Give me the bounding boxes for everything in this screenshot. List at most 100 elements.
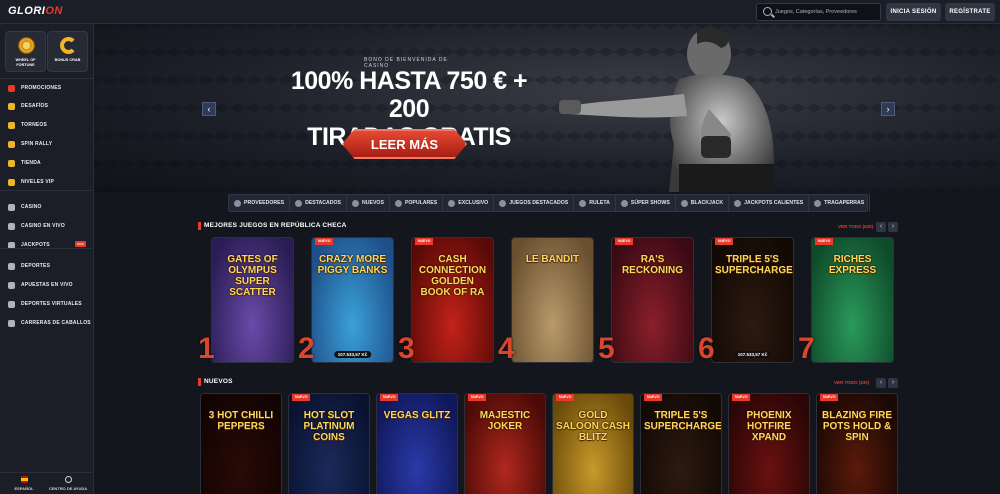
chevron-left-icon: ‹: [879, 379, 883, 386]
new-badge: NUEVO: [644, 394, 663, 401]
logo-accent: ON: [45, 5, 63, 17]
game-card[interactable]: CASH CONNECTION GOLDEN BOOK OF RA NUEVO: [411, 237, 494, 363]
wheel-of-fortune-tile[interactable]: WHEEL OF FORTUNE: [5, 31, 46, 72]
rank-number: 5: [598, 332, 615, 365]
game-thumbnail: [201, 394, 281, 494]
category-tab-ruleta[interactable]: RULETA: [574, 194, 616, 212]
game-thumbnail: [817, 394, 897, 494]
login-button[interactable]: INICIA SESIÓN: [886, 3, 941, 21]
top-games-next[interactable]: ›: [888, 222, 898, 232]
game-title: 3 HOT CHILLI PEPPERS: [208, 410, 274, 432]
new-games-title: NUEVOS: [204, 378, 233, 385]
sidebar-item-jackpots[interactable]: JACKPOTS NEW: [0, 237, 94, 253]
banner-next-button[interactable]: ›: [881, 102, 895, 116]
sidebar-item-deportes-virtuales[interactable]: DEPORTES VIRTUALES: [0, 296, 94, 312]
diamond-icon: [448, 199, 456, 207]
chevron-right-icon: ›: [891, 379, 895, 386]
sidebar-item-carreras-de-caballos[interactable]: CARRERAS DE CABALLOS: [0, 315, 94, 331]
game-thumbnail: [729, 394, 809, 494]
cards-icon: [680, 199, 688, 207]
game-card[interactable]: VEGAS GLITZ NUEVO: [376, 393, 458, 494]
category-tab-juegos-destacados[interactable]: JUEGOS DESTACADOS: [494, 194, 575, 212]
sidebar-item-torneos[interactable]: TORNEOS: [0, 117, 94, 133]
game-card[interactable]: GOLD SALOON CASH BLITZ NUEVO: [552, 393, 634, 494]
game-thumbnail: [553, 394, 633, 494]
new-badge: NUEVO: [715, 238, 734, 245]
new-badge: NUEVO: [820, 394, 839, 401]
category-tab-proveedores[interactable]: PROVEEDORES: [229, 194, 291, 212]
sidebar-item-label: PROMOCIONES: [21, 85, 62, 91]
category-tab-exclusivo[interactable]: EXCLUSIVO: [443, 194, 495, 212]
game-card[interactable]: RA'S RECKONING NUEVO: [611, 237, 694, 363]
game-card[interactable]: HOT SLOT PLATINUM COINS NUEVO: [288, 393, 370, 494]
tile-label: WHEEL OF FORTUNE: [15, 58, 36, 67]
sidebar-item-deportes[interactable]: DEPORTES: [0, 258, 94, 274]
search-box[interactable]: [756, 3, 881, 21]
flag-es-icon: [20, 476, 28, 483]
category-tab-jackpots-calientes[interactable]: JACKPOTS CALIENTES: [729, 194, 810, 212]
bolt-icon: [352, 199, 360, 207]
sidebar-item-tienda[interactable]: TIENDA: [0, 155, 94, 171]
sidebar-item-desaf-os[interactable]: DESAFÍOS: [0, 98, 94, 114]
help-center-link[interactable]: CENTRO DE AYUDA: [48, 476, 88, 491]
new-games-see-all[interactable]: VER TODO (330): [834, 380, 869, 385]
section-accent: [198, 378, 201, 386]
game-card[interactable]: GATES OF OLYMPUS SUPER SCATTER: [211, 237, 294, 363]
game-card[interactable]: CRAZY MORE PIGGY BANKS NUEVO 107.533,57 Kč: [311, 237, 394, 363]
game-title: LE BANDIT: [525, 254, 580, 265]
promo-banner[interactable]: BONO DE BIENVENIDA DE CASINO 100% HASTA …: [94, 24, 1000, 192]
register-button[interactable]: REGÍSTRATE: [945, 3, 995, 21]
sidebar-item-niveles-vip[interactable]: NIVELES VIP: [0, 174, 94, 190]
category-tab-nuevos[interactable]: NUEVOS: [347, 194, 390, 212]
jackpot-icon: [734, 199, 742, 207]
game-thumbnail: [465, 394, 545, 494]
chevron-right-icon: ›: [886, 104, 890, 114]
category-label: EXCLUSIVO: [458, 200, 489, 206]
game-card[interactable]: RICHES EXPRESS NUEVO: [811, 237, 894, 363]
new-badge: NUEVO: [415, 238, 434, 245]
sidebar-item-label: SPIN RALLY: [21, 141, 53, 147]
new-badge: NEW: [75, 241, 86, 247]
category-tab-tragaperras[interactable]: TRAGAPERRAS: [809, 194, 871, 212]
sidebar-item-promociones[interactable]: PROMOCIONES: [0, 80, 94, 96]
sidebar-item-spin-rally[interactable]: SPIN RALLY: [0, 136, 94, 152]
crab-claw-icon: [60, 37, 77, 54]
banner-prev-button[interactable]: ‹: [202, 102, 216, 116]
sidebar-item-apuestas-en-vivo[interactable]: APUESTAS EN VIVO: [0, 277, 94, 293]
game-title: MAJESTIC JOKER: [479, 410, 531, 432]
game-card[interactable]: MAJESTIC JOKER NUEVO: [464, 393, 546, 494]
new-games-prev[interactable]: ‹: [876, 378, 886, 388]
new-badge: NUEVO: [468, 394, 487, 401]
game-card[interactable]: TRIPLE 5'S SUPERCHARGED NUEVO 107.533,57 K…: [711, 237, 794, 363]
category-tab-destacados[interactable]: DESTACADOS: [290, 194, 348, 212]
bonus-crab-tile[interactable]: BONUS CRAB: [47, 31, 88, 72]
category-label: JUEGOS DESTACADOS: [509, 200, 569, 206]
category-tab-blackjack[interactable]: BLACKJACK: [676, 194, 730, 212]
language-label: ESPAÑOL: [14, 486, 34, 491]
top-games-prev[interactable]: ‹: [876, 222, 886, 232]
category-tab-populares[interactable]: POPULARES: [390, 194, 444, 212]
language-selector[interactable]: ESPAÑOL: [4, 476, 44, 491]
new-games-next[interactable]: ›: [888, 378, 898, 388]
sidebar-item-casino-en-vivo[interactable]: CASINO EN VIVO: [0, 218, 94, 234]
game-card[interactable]: PHOENIX HOTFIRE XPAND NUEVO: [728, 393, 810, 494]
sidebar-item-label: DESAFÍOS: [21, 103, 49, 109]
game-card[interactable]: 3 HOT CHILLI PEPPERS: [200, 393, 282, 494]
game-card[interactable]: BLAZING FIRE POTS HOLD & SPIN NUEVO: [816, 393, 898, 494]
spin-icon: [8, 140, 15, 148]
help-icon: [64, 476, 72, 483]
category-tab-s-per-shows[interactable]: SÚPER SHOWS: [616, 194, 676, 212]
top-games-see-all[interactable]: VER TODO (630): [838, 224, 873, 229]
category-label: SÚPER SHOWS: [630, 200, 670, 206]
game-thumbnail: [289, 394, 369, 494]
logo[interactable]: GLORION: [8, 5, 63, 17]
category-label: DESTACADOS: [305, 200, 342, 206]
help-label: CENTRO DE AYUDA: [48, 486, 88, 491]
read-more-button[interactable]: LEER MÁS: [342, 129, 467, 159]
logo-main: GLORI: [8, 5, 46, 17]
search-input[interactable]: [775, 4, 879, 20]
crown-icon: [8, 178, 15, 186]
game-card[interactable]: TRIPLE 5'S SUPERCHARGED NUEVO: [640, 393, 722, 494]
sidebar-item-casino[interactable]: CASINO: [0, 199, 94, 215]
game-card[interactable]: LE BANDIT: [511, 237, 594, 363]
